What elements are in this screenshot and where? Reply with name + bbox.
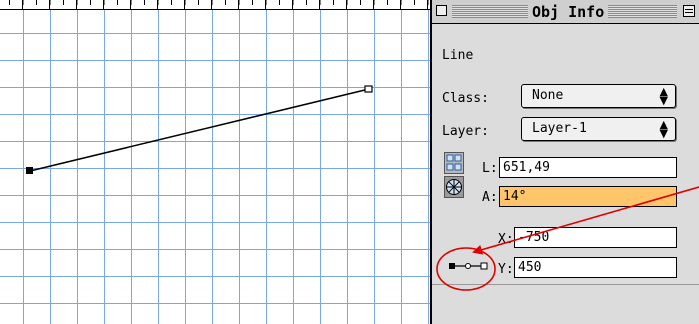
x-label: X: [498, 232, 514, 247]
angle-label: A: [482, 190, 498, 205]
zoom-box-icon[interactable] [683, 5, 695, 17]
class-popup[interactable]: None ▲ ▼ [521, 84, 676, 108]
length-label: L: [482, 161, 498, 176]
line-end-handle[interactable] [364, 85, 373, 93]
palette-divider [432, 284, 699, 285]
selected-line[interactable] [29, 88, 370, 172]
class-popup-value: None [532, 88, 564, 103]
polar-coordinates-icon[interactable] [444, 176, 464, 198]
wheel-icon [446, 179, 462, 195]
drawing-canvas[interactable] [0, 0, 430, 324]
object-type-label: Line [442, 48, 474, 63]
class-label: Class: [442, 91, 489, 106]
layer-popup-value: Layer-1 [532, 121, 587, 136]
grid-icon [446, 154, 462, 171]
length-field[interactable]: 651,49 [499, 157, 677, 178]
y-label: Y: [498, 262, 514, 277]
layer-label: Layer: [442, 124, 489, 139]
palette-title: Obj Info [528, 3, 609, 21]
close-box-icon[interactable] [436, 5, 447, 16]
rectangular-coordinates-icon[interactable] [444, 152, 464, 174]
line-endpoint-icon[interactable] [448, 260, 490, 272]
palette-title-bar[interactable]: Obj Info [432, 0, 699, 24]
up-down-arrows-icon: ▲ ▼ [659, 118, 668, 140]
angle-field[interactable]: 14° [499, 186, 677, 207]
drawing-layer [26, 85, 373, 174]
x-field[interactable]: -750 [514, 227, 677, 248]
layer-popup[interactable]: Layer-1 ▲ ▼ [521, 117, 676, 141]
y-field[interactable]: 450 [514, 257, 677, 278]
up-down-arrows-icon: ▲ ▼ [659, 85, 668, 107]
line-start-handle[interactable] [26, 167, 33, 174]
obj-info-palette: Obj Info Line Class: None ▲ ▼ Layer: Laye… [430, 0, 699, 324]
